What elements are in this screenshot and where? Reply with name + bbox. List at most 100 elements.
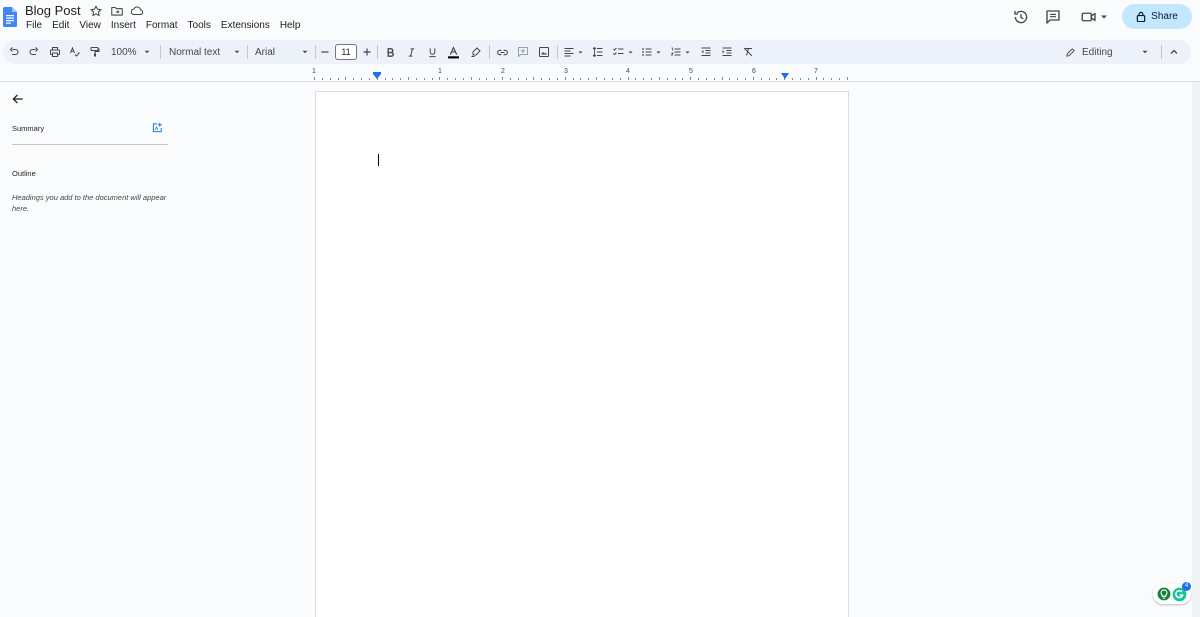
text-color-button[interactable] xyxy=(446,45,460,59)
docs-logo-icon[interactable] xyxy=(3,5,17,29)
clear-formatting-button[interactable] xyxy=(741,45,755,59)
increase-indent-button[interactable] xyxy=(720,45,734,59)
chevron-down-icon xyxy=(578,50,583,54)
menu-file[interactable]: File xyxy=(26,20,46,31)
add-comment-icon xyxy=(518,47,528,57)
notification-count: 4 xyxy=(1182,582,1191,591)
move-folder-icon[interactable] xyxy=(110,4,124,18)
chevron-down-icon[interactable] xyxy=(1099,12,1109,22)
ruler-tick xyxy=(345,77,346,80)
left-indent-marker-icon[interactable] xyxy=(373,72,381,79)
bold-button[interactable] xyxy=(384,45,396,59)
ruler-tick xyxy=(698,78,699,80)
menu-tools[interactable]: Tools xyxy=(188,20,215,31)
highlighter-icon xyxy=(471,47,481,57)
vertical-scrollbar[interactable] xyxy=(1192,82,1200,617)
underline-icon xyxy=(428,47,436,57)
insert-link-button[interactable] xyxy=(495,45,509,59)
menu-extensions[interactable]: Extensions xyxy=(221,20,274,31)
share-button[interactable]: Share xyxy=(1122,4,1192,29)
line-spacing-button[interactable] xyxy=(591,45,605,59)
minus-icon xyxy=(321,51,329,53)
checklist-select[interactable] xyxy=(612,45,636,59)
ruler-label: 3 xyxy=(564,68,568,75)
toolbar-divider xyxy=(315,45,316,59)
cloud-saved-icon[interactable] xyxy=(130,4,144,18)
italic-button[interactable] xyxy=(405,45,417,59)
sidebar-divider xyxy=(12,144,168,145)
horizontal-ruler[interactable]: 1 1 2 3 4 5 6 7 xyxy=(312,68,849,80)
text-cursor xyxy=(378,154,379,166)
ruler-tick xyxy=(447,78,448,80)
ruler-tick xyxy=(604,78,605,80)
font-size-input[interactable]: 11 xyxy=(335,44,357,60)
menu-format[interactable]: Format xyxy=(146,20,182,31)
menu-edit[interactable]: Edit xyxy=(52,20,73,31)
ruler-tick xyxy=(808,78,809,80)
font-family-select[interactable]: Arial xyxy=(255,45,309,59)
insert-image-button[interactable] xyxy=(537,45,551,59)
highlight-color-button[interactable] xyxy=(469,45,483,59)
font-family-value: Arial xyxy=(255,46,276,58)
right-indent-marker-icon[interactable] xyxy=(781,73,789,79)
ruler-tick xyxy=(526,78,527,80)
decrease-indent-button[interactable] xyxy=(699,45,713,59)
paint-format-button[interactable] xyxy=(88,45,102,59)
star-icon[interactable] xyxy=(89,4,103,18)
add-comment-button[interactable] xyxy=(516,45,530,59)
ruler-label: 5 xyxy=(689,68,693,75)
increase-indent-icon xyxy=(722,47,732,56)
paint-format-icon xyxy=(90,47,100,57)
ruler-tick xyxy=(494,78,495,80)
ruler-tick xyxy=(628,77,629,80)
numbered-list-select[interactable] xyxy=(670,45,694,59)
editing-mode-select[interactable]: Editing xyxy=(1065,45,1151,59)
ruler-tick xyxy=(471,77,472,80)
align-select[interactable] xyxy=(563,45,585,59)
add-summary-icon[interactable] xyxy=(152,122,163,133)
ruler-tick xyxy=(635,78,636,80)
extension-badge[interactable]: 4 xyxy=(1153,582,1191,604)
bulleted-list-select[interactable] xyxy=(641,45,665,59)
underline-button[interactable] xyxy=(426,45,438,59)
ruler-tick xyxy=(722,77,723,80)
paragraph-style-select[interactable]: Normal text xyxy=(169,45,241,59)
ruler-tick xyxy=(424,78,425,80)
toolbar-divider xyxy=(160,45,161,59)
decrease-font-size-button[interactable] xyxy=(319,45,331,59)
undo-button[interactable] xyxy=(7,45,21,59)
ruler-tick xyxy=(675,78,676,80)
redo-button[interactable] xyxy=(27,45,41,59)
version-history-icon[interactable] xyxy=(1012,8,1030,26)
align-left-icon xyxy=(564,47,574,57)
document-title[interactable]: Blog Post xyxy=(25,3,81,18)
ruler-tick xyxy=(690,77,691,80)
menu-help[interactable]: Help xyxy=(280,20,305,31)
ruler-tick xyxy=(769,78,770,80)
back-arrow-icon[interactable] xyxy=(11,92,25,106)
comments-icon[interactable] xyxy=(1044,8,1062,26)
spellcheck-button[interactable] xyxy=(68,45,82,59)
ruler-tick xyxy=(533,77,534,80)
chevron-down-icon xyxy=(144,50,149,54)
outline-empty-hint: Headings you add to the document will ap… xyxy=(12,193,167,213)
menu-view[interactable]: View xyxy=(79,20,105,31)
document-page[interactable] xyxy=(315,91,849,617)
increase-font-size-button[interactable] xyxy=(361,45,373,59)
chevron-down-icon xyxy=(628,50,633,54)
zoom-select[interactable]: 100% xyxy=(111,45,155,59)
undo-icon xyxy=(9,47,19,56)
ruler-tick xyxy=(369,78,370,80)
ruler-tick xyxy=(416,78,417,80)
print-button[interactable] xyxy=(48,45,62,59)
ruler-tick xyxy=(400,78,401,80)
ruler-tick xyxy=(486,78,487,80)
ruler-tick xyxy=(682,78,683,80)
ruler-tick xyxy=(823,78,824,80)
share-label: Share xyxy=(1151,11,1178,22)
hide-menus-button[interactable] xyxy=(1168,45,1180,59)
menu-insert[interactable]: Insert xyxy=(111,20,140,31)
ruler-tick xyxy=(831,78,832,80)
chevron-up-icon xyxy=(1170,49,1178,54)
meet-camera-icon[interactable] xyxy=(1080,8,1098,26)
